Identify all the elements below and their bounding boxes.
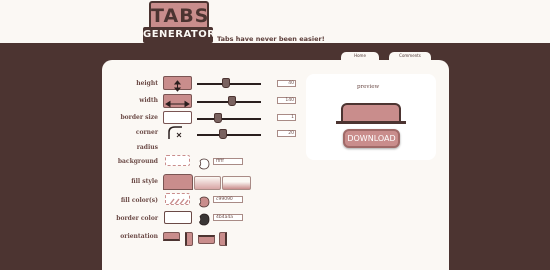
orientation-right[interactable] xyxy=(185,232,193,246)
orientation-left[interactable] xyxy=(219,232,227,246)
height-slider-thumb[interactable] xyxy=(222,78,231,88)
border-color-picker-icon[interactable] xyxy=(198,211,210,226)
fill-style-gradient-light[interactable] xyxy=(194,176,221,190)
border-size-slider-track[interactable] xyxy=(197,118,261,120)
border-size-label: border size xyxy=(120,114,158,121)
color-picker-icon[interactable] xyxy=(198,155,210,170)
fill-color-input[interactable]: c99090 xyxy=(213,196,243,203)
corner-radius-slider-thumb[interactable] xyxy=(219,129,228,139)
height-icon xyxy=(163,76,192,92)
radius-label: radius xyxy=(136,144,158,151)
width-icon xyxy=(163,94,192,108)
corner-radius-slider-track[interactable] xyxy=(197,134,261,136)
nav-tab-comments[interactable]: Comments xyxy=(389,52,431,60)
fill-color-picker-icon[interactable] xyxy=(198,193,210,208)
background-color-input[interactable]: fffff xyxy=(213,158,243,165)
background-swatch[interactable] xyxy=(165,155,190,166)
preview-label: preview xyxy=(357,84,380,90)
border-size-slider-thumb[interactable] xyxy=(213,113,222,123)
height-label: height xyxy=(136,80,158,87)
border-size-value[interactable]: 1 xyxy=(277,114,296,121)
preview-tab-base xyxy=(336,121,406,124)
corner-label: corner xyxy=(135,129,158,136)
logo-generator: GENERATOR xyxy=(143,27,215,43)
orientation-top[interactable] xyxy=(163,232,180,241)
tagline: Tabs have never been easier! xyxy=(217,35,325,43)
corner-radius-value[interactable]: 20 xyxy=(277,130,296,137)
corner-radius-icon xyxy=(166,124,188,140)
border-color-input[interactable]: 4b4a4a xyxy=(213,214,243,221)
fill-colors-label: fill color(s) xyxy=(120,197,158,204)
width-slider-thumb[interactable] xyxy=(227,96,236,106)
fill-style-gradient-dark[interactable] xyxy=(222,176,251,190)
width-value[interactable]: 140 xyxy=(277,97,296,104)
fill-color-swatch[interactable] xyxy=(165,193,190,205)
logo-tabs: TABS xyxy=(149,1,209,27)
preview-tab xyxy=(341,103,401,122)
border-color-swatch[interactable] xyxy=(164,211,192,224)
background-label: background xyxy=(117,158,158,165)
orientation-label: orientation xyxy=(120,233,158,240)
width-label: width xyxy=(139,97,158,104)
download-button[interactable]: DOWNLOAD xyxy=(343,129,400,148)
nav-tab-home[interactable]: Home xyxy=(341,52,379,60)
fill-style-label: fill style xyxy=(131,178,158,185)
orientation-bottom[interactable] xyxy=(198,235,215,244)
border-size-icon xyxy=(163,111,192,124)
border-color-label: border color xyxy=(116,215,158,222)
fill-style-solid[interactable] xyxy=(163,174,193,190)
height-value[interactable]: 40 xyxy=(277,80,296,87)
